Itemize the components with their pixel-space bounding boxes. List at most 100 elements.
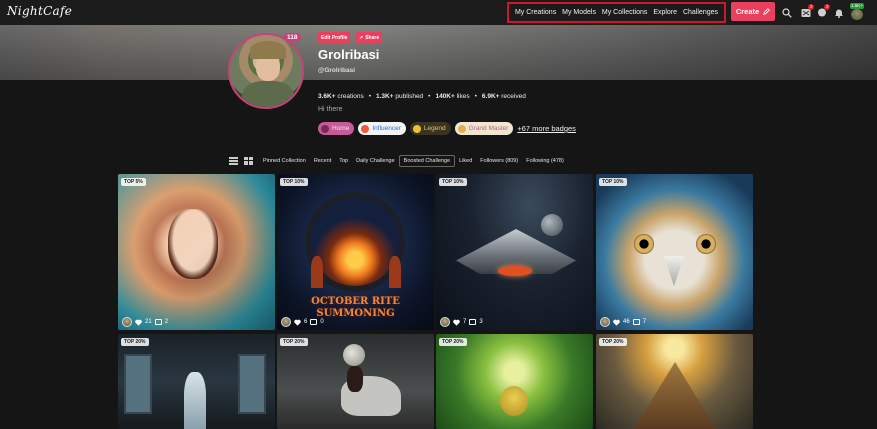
top-navigation-bar: NightCafe My Creations My Models My Coll… [0,0,877,25]
rank-tag: TOP 20% [439,338,467,346]
user-menu[interactable]: 1.6K+ [850,3,865,20]
creator-avatar[interactable] [600,317,610,327]
share-icon: ↗ [359,34,364,41]
profile-avatar[interactable] [228,33,304,109]
badge-legend-label: Legend [423,125,446,132]
influencer-badge-icon [361,124,370,133]
messages-badge: 2 [808,4,814,10]
gallery-card[interactable]: TOP 5% 21 2 [118,174,275,330]
tab-pinned-collection[interactable]: Pinned Collection [259,156,310,166]
gallery-card[interactable]: TOP 20% [596,334,753,429]
create-button-label: Create [735,7,760,16]
profile-banner [0,25,877,80]
badge-influencer-label: Influencer [372,125,401,132]
search-icon[interactable] [781,7,792,18]
rank-tag: TOP 20% [121,338,149,346]
heart-icon[interactable] [613,319,620,326]
profile-name: Grolribasi [318,47,380,62]
edit-profile-label: Edit Profile [321,34,348,41]
nav-challenges[interactable]: Challenges [683,9,718,16]
badge-home-label: Home [332,125,350,132]
creator-avatar[interactable] [281,317,291,327]
bell-icon[interactable] [833,7,844,18]
tab-boosted-challenge[interactable]: Boosted Challenge [398,154,456,167]
profile-stats: 3.6K+ creations • 1.3K+ published • 140K… [318,93,526,100]
create-button[interactable]: Create [731,2,775,21]
comment-count: 0 [320,319,324,325]
creator-avatar[interactable] [122,317,132,327]
like-count: 21 [145,319,152,325]
rank-tag: TOP 10% [280,178,308,186]
tab-top[interactable]: Top [335,156,352,166]
badge-grand-master[interactable]: Grand Master [454,122,514,135]
stat-separator: • [368,93,371,100]
like-count: 6 [304,319,308,325]
stat-separator: • [474,93,477,100]
comment-icon[interactable] [632,319,640,325]
share-button[interactable]: ↗ Share [356,32,383,43]
rank-tag: TOP 10% [439,178,467,186]
stat-likes[interactable]: 140K+ likes [435,93,469,100]
gallery-card[interactable]: TOP 20% [436,334,593,429]
gallery-card[interactable]: TOP 10% 7 3 [436,174,593,330]
badge-influencer[interactable]: Influencer [358,122,406,135]
stat-published[interactable]: 1.3K+ published [376,93,423,100]
chat-badge: 2 [824,4,830,10]
heart-icon[interactable] [135,319,142,326]
nav-my-creations[interactable]: My Creations [515,9,556,16]
tab-following[interactable]: Following (478) [522,156,568,166]
card-footer: 21 2 [122,317,168,327]
nav-my-collections[interactable]: My Collections [602,9,648,16]
messages-icon[interactable]: 2 [800,4,814,18]
avatar-count-badge: 118 [284,33,301,42]
home-badge-icon [321,124,329,133]
list-view-icon[interactable] [229,156,238,165]
rank-tag: TOP 10% [599,178,627,186]
heart-icon[interactable] [294,319,301,326]
pencil-icon [763,8,771,15]
gallery-card[interactable]: OCTOBER RITE SUMMONING TOP 10% 6 0 [277,174,434,330]
gallery-card[interactable]: TOP 10% 46 7 [596,174,753,330]
stat-separator: • [428,93,431,100]
nav-explore[interactable]: Explore [653,9,677,16]
rank-tag: TOP 20% [599,338,627,346]
more-badges-link[interactable]: +67 more badges [517,124,576,133]
rank-tag: TOP 5% [121,178,146,186]
gallery-card[interactable]: TOP 20% [277,334,434,429]
badge-home[interactable]: Home [318,122,355,135]
badge-grand-master-label: Grand Master [468,125,509,132]
rank-tag: TOP 20% [280,338,308,346]
tab-daily-challenge[interactable]: Daily Challenge [352,156,399,166]
comment-count: 2 [164,319,169,325]
comment-icon[interactable] [469,319,477,325]
grid-view-icon[interactable] [244,156,253,165]
card-footer: 6 0 [281,317,324,327]
user-avatar [851,9,863,20]
chat-icon[interactable]: 2 [816,4,830,18]
like-count: 7 [463,319,467,325]
badge-legend[interactable]: Legend [409,122,451,135]
card-footer: 46 7 [600,317,646,327]
comment-icon[interactable] [310,319,318,325]
nav-my-models[interactable]: My Models [562,9,596,16]
poster-title-line1: OCTOBER RITE [311,296,400,307]
tab-followers[interactable]: Followers (809) [476,156,522,166]
edit-profile-button[interactable]: Edit Profile [318,32,351,43]
legend-badge-icon [412,124,421,133]
comment-icon[interactable] [154,319,162,325]
profile-handle: @Grolribasi [318,67,356,74]
profile-bio: Hi there [318,106,343,113]
main-nav-links: My Creations My Models My Collections Ex… [507,2,726,23]
stat-received[interactable]: 6.9K+ received [482,93,526,100]
share-label: Share [365,34,380,41]
creator-avatar[interactable] [440,317,450,327]
heart-icon[interactable] [453,319,460,326]
stat-creations[interactable]: 3.6K+ creations [318,93,364,100]
comment-count: 7 [642,319,647,325]
gallery-card[interactable]: TOP 20% [118,334,275,429]
tab-recent[interactable]: Recent [310,156,335,166]
profile-tabs: Pinned Collection Recent Top Daily Chall… [229,154,568,167]
card-footer: 7 3 [440,317,483,327]
nightcafe-logo[interactable]: NightCafe [7,4,72,18]
tab-liked[interactable]: Liked [455,156,476,166]
